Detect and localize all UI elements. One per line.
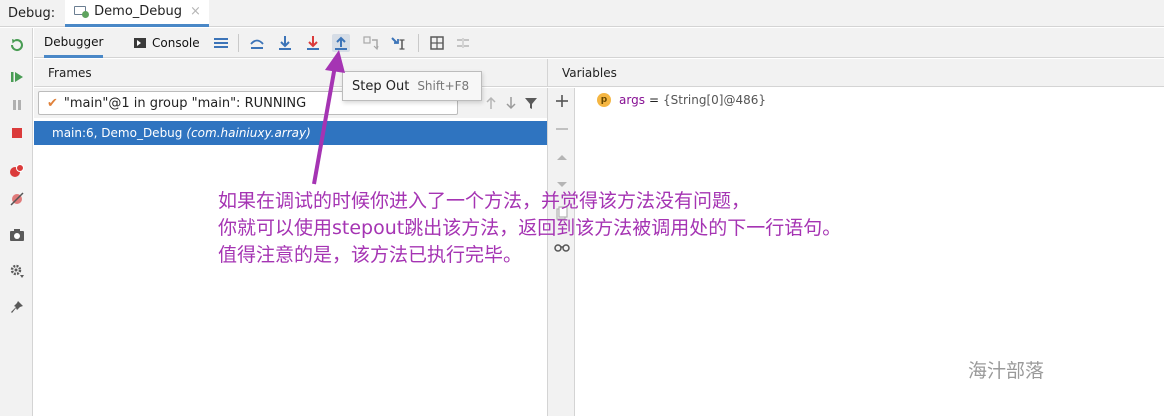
annotation-text: 如果在调试的时候你进入了一个方法，并觉得该方法没有问题， 你就可以使用stepo…	[218, 188, 841, 269]
toolbar-separator	[418, 34, 419, 52]
left-debug-toolbar	[0, 28, 33, 416]
tab-console-label: Console	[152, 36, 200, 50]
annotation-line-2: 你就可以使用stepout跳出该方法，返回到该方法被调用处的下一行语句。	[218, 217, 842, 239]
run-to-cursor-icon[interactable]	[390, 34, 408, 52]
console-icon	[134, 38, 146, 48]
tab-debugger-label: Debugger	[44, 34, 104, 49]
variable-equals: =	[648, 93, 660, 107]
parameter-icon: p	[597, 93, 611, 107]
step-into-icon[interactable]	[276, 34, 294, 52]
drop-frame-icon[interactable]	[362, 34, 380, 52]
frame-package: (com.hainiuxy.array)	[186, 126, 311, 140]
tab-demo-debug[interactable]: Demo_Debug ×	[65, 0, 209, 27]
annotation-line-1: 如果在调试的时候你进入了一个方法，并觉得该方法没有问题，	[218, 190, 751, 212]
force-step-into-icon[interactable]	[304, 34, 322, 52]
pause-icon[interactable]	[8, 96, 26, 114]
thread-select-value: "main"@1 in group "main": RUNNING	[63, 95, 307, 111]
menu-icon[interactable]	[212, 34, 230, 52]
watermark: 海汁部落	[968, 360, 1045, 382]
tab-debugger[interactable]: Debugger	[44, 28, 104, 58]
settings-icon[interactable]	[8, 262, 26, 280]
frames-list	[34, 145, 547, 416]
pin-icon[interactable]	[8, 298, 26, 316]
rerun-icon[interactable]	[8, 36, 26, 54]
remove-watch-icon[interactable]	[553, 120, 571, 138]
step-out-tooltip: Step Out Shift+F8	[342, 71, 482, 101]
view-breakpoints-icon[interactable]	[8, 162, 26, 180]
evaluate-expression-icon[interactable]	[428, 34, 446, 52]
tooltip-title: Step Out	[352, 78, 410, 94]
tooltip-shortcut: Shift+F8	[417, 79, 470, 93]
close-icon[interactable]: ×	[190, 4, 201, 19]
stop-icon[interactable]	[8, 124, 26, 142]
debug-titlebar: Debug: Demo_Debug ×	[0, 0, 1164, 27]
debug-config-icon	[73, 5, 90, 19]
resume-icon[interactable]	[8, 68, 26, 86]
variable-name: args	[619, 93, 645, 107]
tab-console[interactable]: Console	[134, 28, 200, 58]
add-watch-icon[interactable]	[553, 92, 571, 110]
variable-value: {String[0]@486}	[663, 93, 766, 107]
annotation-line-3: 值得注意的是，该方法已执行完毕。	[218, 244, 523, 266]
variables-panel-header: Variables	[547, 59, 1164, 87]
mute-breakpoints-icon[interactable]	[8, 190, 26, 208]
show-execution-point-icon[interactable]	[248, 34, 266, 52]
variables-title: Variables	[562, 65, 617, 80]
debugger-toolbar: Debugger Console	[34, 28, 1164, 58]
check-icon: ✔	[47, 95, 58, 111]
frames-title: Frames	[48, 65, 92, 80]
filter-icon[interactable]	[522, 94, 540, 112]
step-out-icon[interactable]	[332, 34, 350, 52]
variable-row[interactable]: p args = {String[0]@486}	[597, 90, 766, 110]
frame-row-selected[interactable]: main:6, Demo_Debug (com.hainiuxy.array)	[34, 121, 547, 145]
toolbar-separator	[238, 34, 239, 52]
tab-label: Demo_Debug	[94, 4, 183, 19]
trace-icon[interactable]	[454, 34, 472, 52]
arrow-down-icon[interactable]	[502, 94, 520, 112]
move-up-icon[interactable]	[553, 148, 571, 166]
camera-icon[interactable]	[8, 226, 26, 244]
arrow-up-icon[interactable]	[482, 94, 500, 112]
debug-label: Debug:	[8, 5, 56, 21]
frame-location: main:6, Demo_Debug	[52, 126, 183, 140]
